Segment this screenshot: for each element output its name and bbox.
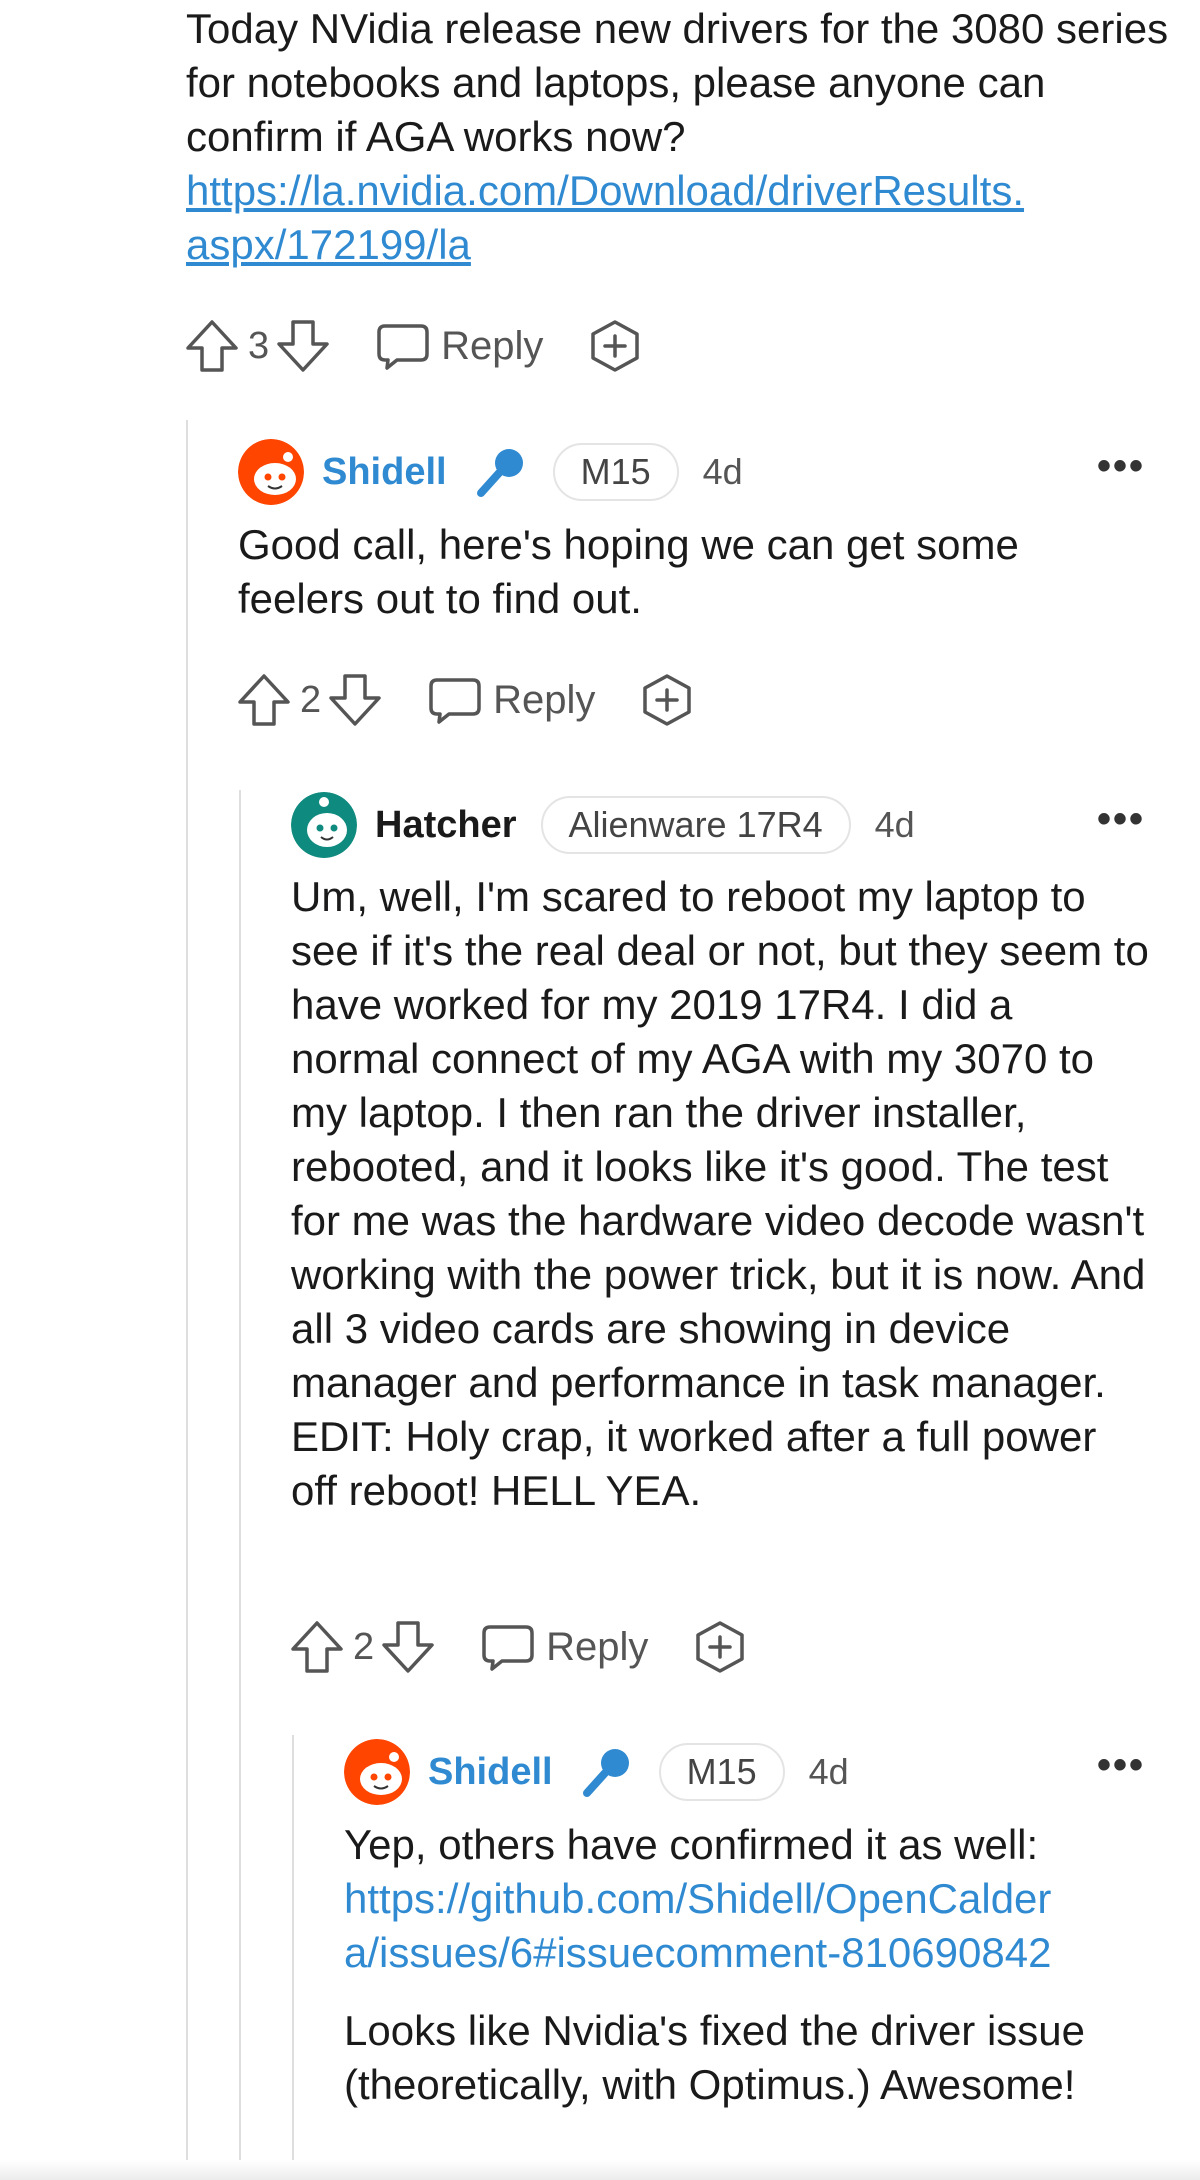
award-icon bbox=[696, 1621, 745, 1673]
snoo-avatar-icon[interactable] bbox=[238, 439, 304, 505]
moderator-mic-icon bbox=[476, 449, 523, 497]
award-button[interactable] bbox=[587, 318, 643, 374]
username[interactable]: Shidell bbox=[428, 1751, 553, 1794]
moderator-mic-icon bbox=[582, 1749, 629, 1797]
user-flair: M15 bbox=[552, 443, 679, 501]
top-comment-text: Today NVidia release new drivers for the… bbox=[186, 5, 1169, 160]
vote-count: 2 bbox=[300, 678, 322, 721]
user-flair: Alienware 17R4 bbox=[540, 796, 851, 854]
more-options-icon[interactable]: ••• bbox=[1097, 797, 1145, 842]
thread-line-level-2[interactable] bbox=[239, 790, 241, 2180]
username[interactable]: Hatcher bbox=[375, 804, 517, 847]
top-comment-actions: 3 Reply bbox=[184, 316, 643, 376]
reply3-text-2: Looks like Nvidia's fixed the driver iss… bbox=[344, 2007, 1086, 2108]
reply3-text-1: Yep, others have confirmed it as well: bbox=[344, 1821, 1039, 1868]
reply1-header: Shidell M15 4d bbox=[238, 436, 743, 508]
thread-line-level-1[interactable] bbox=[186, 420, 188, 2180]
downvote-icon[interactable] bbox=[327, 672, 383, 728]
top-comment-body: Today NVidia release new drivers for the… bbox=[186, 2, 1176, 272]
comment-bubble-icon bbox=[482, 1625, 534, 1671]
upvote-icon[interactable] bbox=[289, 1619, 345, 1675]
reply-button[interactable]: Reply bbox=[375, 318, 543, 374]
snoo-avatar-icon[interactable] bbox=[291, 792, 357, 858]
reply1-body: Good call, here's hoping we can get some… bbox=[238, 521, 1019, 622]
award-button[interactable] bbox=[692, 1619, 748, 1675]
username[interactable]: Shidell bbox=[322, 451, 447, 494]
award-icon bbox=[643, 674, 692, 726]
reply3-body: Yep, others have confirmed it as well: h… bbox=[344, 1818, 1164, 2112]
parent-avatar-partial bbox=[62, 0, 102, 8]
comment-bubble-icon bbox=[377, 324, 429, 370]
bottom-fade bbox=[0, 2160, 1200, 2180]
downvote-icon[interactable] bbox=[380, 1619, 436, 1675]
comment-age: 4d bbox=[702, 451, 743, 492]
thread-line-level-3[interactable] bbox=[292, 1735, 294, 2180]
vote-count: 2 bbox=[353, 1625, 375, 1668]
more-options-icon[interactable]: ••• bbox=[1097, 1743, 1145, 1788]
downvote-icon[interactable] bbox=[275, 318, 331, 374]
reply1-actions: 2 Reply bbox=[236, 670, 695, 730]
more-options-icon[interactable]: ••• bbox=[1097, 444, 1145, 489]
reply2-header: Hatcher Alienware 17R4 4d bbox=[291, 789, 915, 861]
reply2-actions: 2 Reply bbox=[289, 1617, 748, 1677]
upvote-icon[interactable] bbox=[236, 672, 292, 728]
reply-button[interactable]: Reply bbox=[427, 672, 595, 728]
award-icon bbox=[591, 320, 640, 372]
comment-bubble-icon bbox=[429, 678, 481, 724]
user-flair: M15 bbox=[658, 1743, 785, 1801]
comment-age: 4d bbox=[808, 1751, 849, 1792]
snoo-avatar-icon[interactable] bbox=[344, 1739, 410, 1805]
reply2-body: Um, well, I'm scared to reboot my laptop… bbox=[291, 873, 1149, 1514]
upvote-icon[interactable] bbox=[184, 318, 240, 374]
vote-count: 3 bbox=[248, 324, 270, 367]
top-comment-link[interactable]: https://la.nvidia.com/Download/driverRes… bbox=[186, 167, 1024, 268]
comment-age: 4d bbox=[874, 804, 915, 845]
reply3-header: Shidell M15 4d bbox=[344, 1736, 849, 1808]
reply-button[interactable]: Reply bbox=[480, 1619, 648, 1675]
reply3-github-link[interactable]: https://github.com/Shidell/OpenCalder a/i… bbox=[344, 1875, 1051, 1976]
award-button[interactable] bbox=[639, 672, 695, 728]
